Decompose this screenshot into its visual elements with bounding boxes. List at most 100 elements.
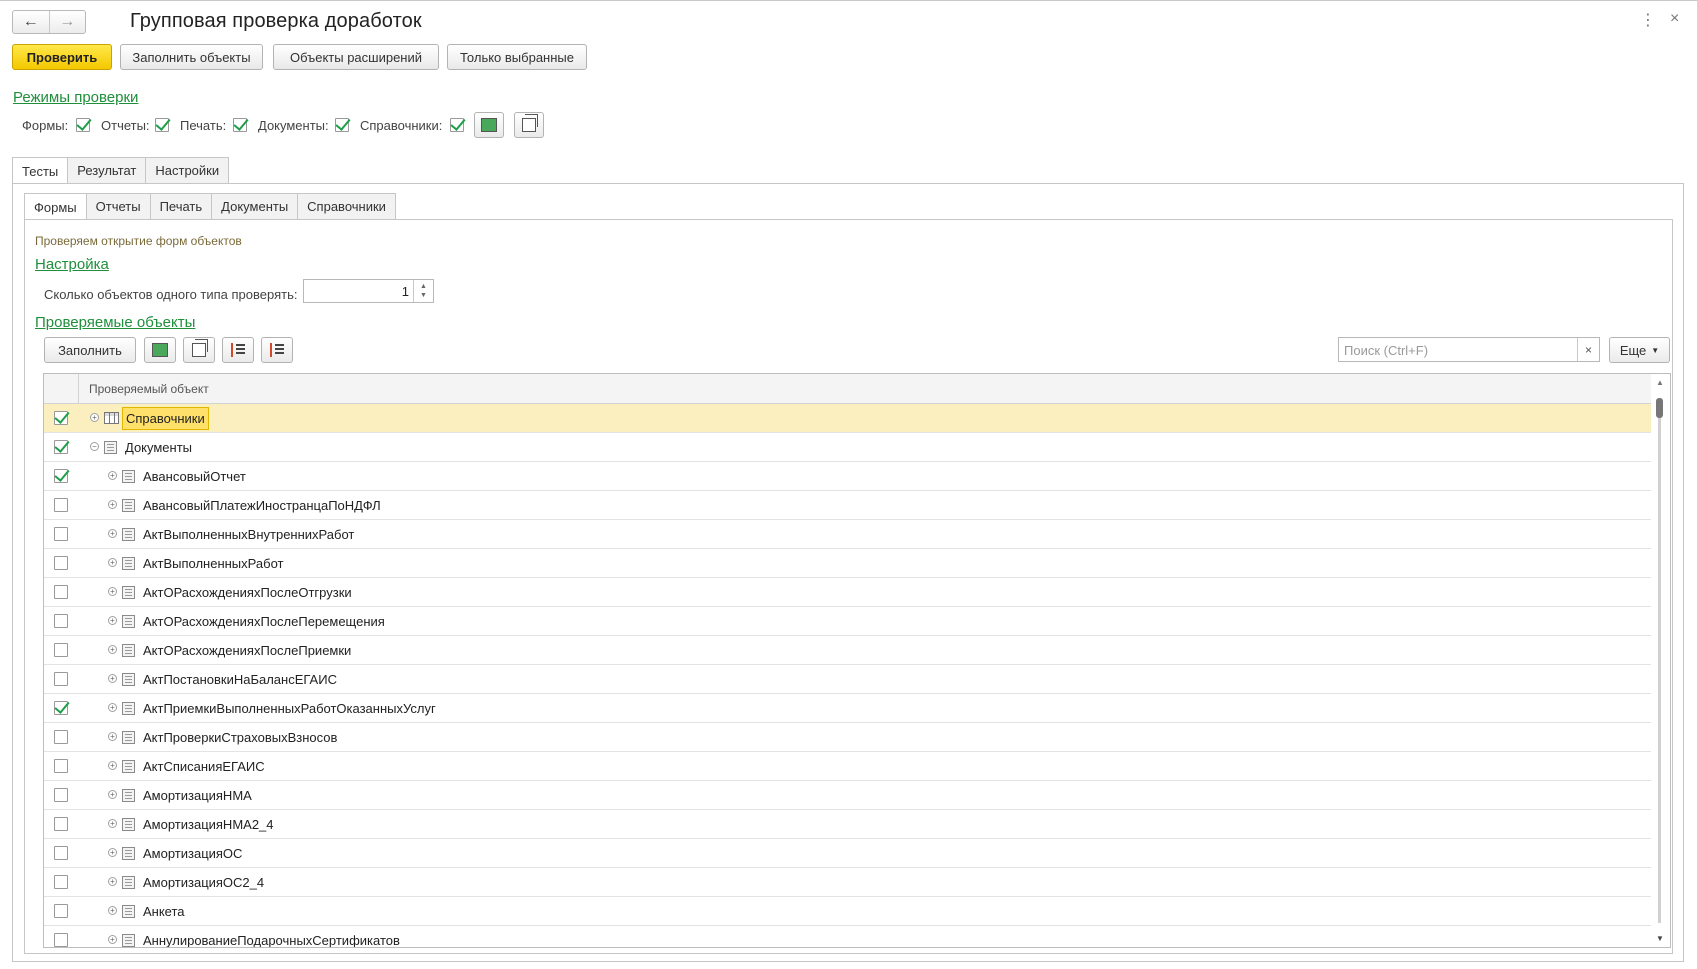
row-checkbox[interactable] [54, 701, 68, 715]
row-checkbox[interactable] [54, 672, 68, 686]
row-checkbox[interactable] [54, 643, 68, 657]
settings-title-link[interactable]: Настройка [35, 256, 109, 273]
row-checkbox[interactable] [54, 730, 68, 744]
uncheck-all-objects-button[interactable] [183, 337, 215, 363]
row-checkbox[interactable] [54, 585, 68, 599]
table-row[interactable]: + АвансовыйПлатежИностранцаПоНДФЛ [44, 491, 1651, 520]
table-row[interactable]: + Анкета [44, 897, 1651, 926]
uncheck-all-modes-button[interactable] [514, 112, 544, 138]
scroll-down-icon[interactable]: ▼ [1656, 934, 1664, 943]
scroll-track[interactable] [1658, 418, 1661, 923]
vertical-scrollbar[interactable]: ▲ ▼ [1651, 374, 1670, 947]
collapse-icon[interactable]: − [90, 442, 99, 451]
row-checkbox[interactable] [54, 556, 68, 570]
tab-forms[interactable]: Формы [24, 193, 87, 220]
tab-result[interactable]: Результат [67, 157, 147, 183]
row-checkbox[interactable] [54, 469, 68, 483]
mode-checkbox-documents[interactable] [335, 118, 349, 132]
table-row[interactable]: + АктВыполненныхВнутреннихРабот [44, 520, 1651, 549]
row-checkbox[interactable] [54, 614, 68, 628]
more-button[interactable]: Еще ▼ [1609, 337, 1670, 363]
tab-tests[interactable]: Тесты [12, 157, 69, 184]
mode-checkbox-reports[interactable] [155, 118, 169, 132]
scroll-up-icon[interactable]: ▲ [1656, 378, 1664, 387]
row-checkbox[interactable] [54, 933, 68, 947]
tab-catalogs[interactable]: Справочники [297, 193, 396, 219]
expand-icon[interactable]: + [108, 935, 117, 944]
count-spinner[interactable]: ▲ ▼ [413, 280, 433, 302]
expand-icon[interactable]: + [90, 413, 99, 422]
scroll-thumb[interactable] [1656, 398, 1663, 418]
expand-icon[interactable]: + [108, 848, 117, 857]
spin-down-icon[interactable]: ▼ [420, 291, 427, 300]
clear-search-icon[interactable]: × [1577, 338, 1599, 361]
extension-objects-button[interactable]: Объекты расширений [273, 44, 439, 70]
table-row[interactable]: + АмортизацияНМА [44, 781, 1651, 810]
expand-icon[interactable]: + [108, 906, 117, 915]
mode-checkbox-forms[interactable] [76, 118, 90, 132]
row-checkbox[interactable] [54, 498, 68, 512]
check-button[interactable]: Проверить [12, 44, 112, 70]
table-row[interactable]: + АктПриемкиВыполненныхРаботОказанныхУслу… [44, 694, 1651, 723]
table-row[interactable]: + АктПроверкиСтраховыхВзносов [44, 723, 1651, 752]
mode-checkbox-catalogs[interactable] [450, 118, 464, 132]
expand-icon[interactable]: + [108, 587, 117, 596]
expand-icon[interactable]: + [108, 732, 117, 741]
table-row[interactable]: + АмортизацияОС [44, 839, 1651, 868]
table-row[interactable]: + АктСписанияЕГАИС [44, 752, 1651, 781]
table-row[interactable]: + АвансовыйОтчет [44, 462, 1651, 491]
table-row[interactable]: + АктОРасхожденияхПослеПеремещения [44, 607, 1651, 636]
table-row[interactable]: + АмортизацияНМА2_4 [44, 810, 1651, 839]
mode-checkbox-print[interactable] [233, 118, 247, 132]
objects-title-link[interactable]: Проверяемые объекты [35, 314, 195, 331]
arrow-right-icon[interactable]: → [48, 11, 86, 33]
row-checkbox[interactable] [54, 846, 68, 860]
search-input[interactable] [1342, 341, 1572, 359]
fill-objects-button[interactable]: Заполнить объекты [120, 44, 263, 70]
expand-icon[interactable]: + [108, 703, 117, 712]
table-row[interactable]: + Справочники [44, 404, 1651, 433]
spin-up-icon[interactable]: ▲ [420, 282, 427, 291]
tab-documents[interactable]: Документы [211, 193, 299, 219]
table-row[interactable]: + АктОРасхожденияхПослеОтгрузки [44, 578, 1651, 607]
row-checkbox[interactable] [54, 788, 68, 802]
expand-icon[interactable]: + [108, 790, 117, 799]
column-header-object[interactable]: Проверяемый объект [89, 382, 209, 396]
table-row[interactable]: + АннулированиеПодарочныхСертификатов [44, 926, 1651, 947]
expand-icon[interactable]: + [108, 877, 117, 886]
count-field[interactable]: 1 ▲ ▼ [303, 279, 434, 303]
row-checkbox[interactable] [54, 527, 68, 541]
tab-settings[interactable]: Настройки [145, 157, 230, 183]
expand-icon[interactable]: + [108, 674, 117, 683]
row-checkbox[interactable] [54, 440, 68, 454]
modes-title-link[interactable]: Режимы проверки [13, 89, 138, 106]
row-checkbox[interactable] [54, 411, 68, 425]
fill-button[interactable]: Заполнить [44, 337, 136, 363]
table-row[interactable]: + АктВыполненныхРабот [44, 549, 1651, 578]
table-row[interactable]: − Документы [44, 433, 1651, 462]
expand-icon[interactable]: + [108, 471, 117, 480]
table-row[interactable]: + АктПостановкиНаБалансЕГАИС [44, 665, 1651, 694]
only-selected-button[interactable]: Только выбранные [447, 44, 587, 70]
expand-icon[interactable]: + [108, 645, 117, 654]
expand-icon[interactable]: + [108, 819, 117, 828]
close-icon[interactable]: × [1670, 10, 1679, 28]
table-row[interactable]: + АктОРасхожденияхПослеПриемки [44, 636, 1651, 665]
search-field[interactable]: × [1338, 337, 1600, 362]
sort-descending-button[interactable] [222, 337, 254, 363]
expand-icon[interactable]: + [108, 500, 117, 509]
expand-icon[interactable]: + [108, 529, 117, 538]
row-checkbox[interactable] [54, 904, 68, 918]
row-checkbox[interactable] [54, 759, 68, 773]
row-checkbox[interactable] [54, 875, 68, 889]
tab-print[interactable]: Печать [149, 193, 213, 219]
arrow-left-icon[interactable]: ← [13, 11, 49, 33]
tab-reports[interactable]: Отчеты [85, 193, 151, 219]
expand-icon[interactable]: + [108, 616, 117, 625]
more-vertical-icon[interactable]: ⋮ [1640, 10, 1656, 30]
row-checkbox[interactable] [54, 817, 68, 831]
sort-ascending-button[interactable] [261, 337, 293, 363]
checkbox-column-header[interactable] [44, 374, 79, 404]
expand-icon[interactable]: + [108, 558, 117, 567]
check-all-objects-button[interactable] [144, 337, 176, 363]
